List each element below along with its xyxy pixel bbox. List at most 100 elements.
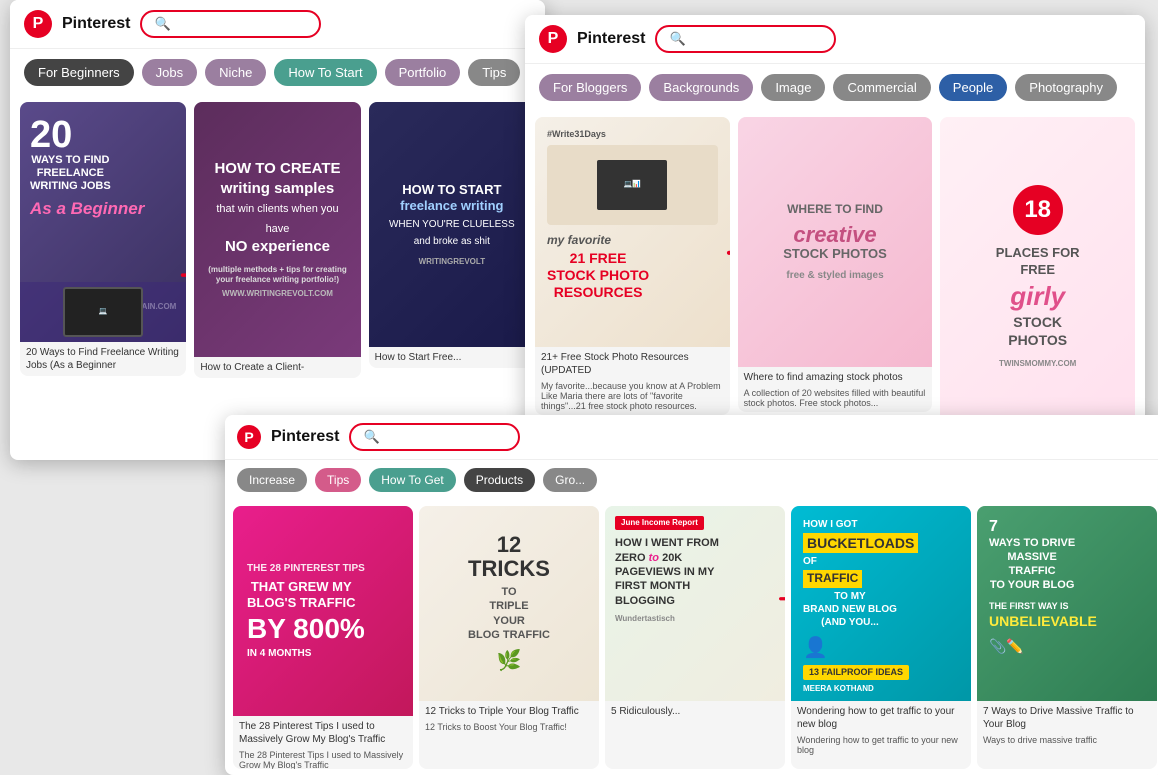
bp2-text: TOTRIPLEYOURBLOG TRAFFIC — [468, 585, 550, 642]
sp2-text2: STOCK PHOTOS — [783, 246, 887, 263]
tab-portfolio[interactable]: Portfolio — [385, 59, 461, 86]
pin-img-2: HOW TO CREATEwriting samplesthat win cli… — [194, 102, 360, 357]
tab-increase[interactable]: Increase — [237, 468, 307, 492]
blog-pin-img-5: 7 WAYS TO DRIVEMASSIVETRAFFICTO YOUR BLO… — [977, 506, 1157, 701]
blog-pin-card-5[interactable]: 7 WAYS TO DRIVEMASSIVETRAFFICTO YOUR BLO… — [977, 506, 1157, 769]
bp5-sub: THE FIRST WAY IS — [989, 601, 1069, 613]
pin-grid-win1: 20 WAYS TO FINDFREELANCEWRITING JOBS As … — [10, 96, 545, 446]
search-bar-win3[interactable]: 🔍 blog traffic — [349, 423, 519, 451]
tab-howtostart[interactable]: How To Start — [274, 59, 376, 86]
pin-col-2: HOW TO CREATEwriting samplesthat win cli… — [194, 102, 360, 440]
bp5-num: 7 — [989, 518, 998, 536]
bp4-pre: HOW I GOT — [803, 518, 857, 531]
bp4-bucket: BUCKETLOADS — [803, 533, 918, 553]
pinterest-logo-win1: P — [24, 10, 52, 38]
arrow-sp1: ➜ — [726, 237, 730, 268]
blog-pin-card-2[interactable]: 12TRICKS TOTRIPLEYOURBLOG TRAFFIC 🌿 12 T… — [419, 506, 599, 769]
bp2-title: 12 Tricks to Triple Your Blog Traffic — [419, 701, 599, 722]
search-input-win1[interactable]: freelance writing — [177, 16, 307, 32]
sp1-hashtag: #Write31Days — [547, 129, 606, 141]
blog-col-2: 12TRICKS TOTRIPLEYOURBLOG TRAFFIC 🌿 12 T… — [419, 506, 599, 769]
tab-jobs[interactable]: Jobs — [142, 59, 197, 86]
filter-tabs-win3: Increase Tips How To Get Products Gro... — [225, 460, 1158, 500]
bp4-traffic: TRAFFIC — [803, 570, 862, 588]
app-name-win1: Pinterest — [62, 15, 130, 33]
pin-card-1[interactable]: 20 WAYS TO FINDFREELANCEWRITING JOBS As … — [20, 102, 186, 376]
stock-pin-img-3: 18 PLACES FORFREE girly STOCKPHOTOS TWIN… — [940, 117, 1135, 437]
tab-niche[interactable]: Niche — [205, 59, 266, 86]
app-name-win2: Pinterest — [577, 30, 645, 48]
sp3-source: TWINSMOMMY.COM — [999, 359, 1076, 369]
search-bar-win1[interactable]: 🔍 freelance writing — [140, 10, 320, 38]
tab-products[interactable]: Products — [464, 468, 535, 492]
pin2-title: How to Create a Client- — [194, 357, 360, 378]
pin-col-1: 20 WAYS TO FINDFREELANCEWRITING JOBS As … — [20, 102, 186, 440]
tab-commercial[interactable]: Commercial — [833, 74, 930, 101]
sp1-bigtext: 21 FREESTOCK PHOTORESOURCES — [547, 250, 649, 300]
pin3-title: How to Start Free... — [369, 347, 535, 368]
pin-grid-win3: THE 28 PINTEREST TIPS THAT GREW MYBLOG'S… — [225, 500, 1158, 775]
sp3-text1: PLACES FORFREE — [996, 245, 1080, 279]
pinterest-logo-win2: P — [539, 25, 567, 53]
tab-tips[interactable]: Tips — [315, 468, 361, 492]
blog-pin-card-4[interactable]: HOW I GOT BUCKETLOADS OF TRAFFIC TO MYBR… — [791, 506, 971, 769]
tab-howtoget[interactable]: How To Get — [369, 468, 455, 492]
tab-tips[interactable]: Tips — [468, 59, 520, 86]
bp2-desc: 12 Tricks to Boost Your Blog Traffic! — [419, 722, 599, 736]
filter-tabs-win2: For Bloggers Backgrounds Image Commercia… — [525, 64, 1145, 111]
bp5-unbeliev: UNBELIEVABLE — [989, 612, 1097, 630]
laptop-icon: 💻 — [63, 287, 143, 337]
blog-pin-card-3[interactable]: June Income Report HOW I WENT FROMZERO t… — [605, 506, 785, 769]
tab-backgrounds[interactable]: Backgrounds — [649, 74, 753, 101]
blog-pin-card-1[interactable]: THE 28 PINTEREST TIPS THAT GREW MYBLOG'S… — [233, 506, 413, 769]
blog-pin-img-1: THE 28 PINTEREST TIPS THAT GREW MYBLOG'S… — [233, 506, 413, 716]
blog-pin-img-4: HOW I GOT BUCKETLOADS OF TRAFFIC TO MYBR… — [791, 506, 971, 701]
bp4-source: MEERA KOTHAND — [803, 684, 874, 694]
bp4-ideas: 13 FAILPROOF IDEAS — [803, 665, 909, 681]
bp2-num: 12TRICKS — [468, 533, 550, 581]
filter-tabs-win1: For Beginners Jobs Niche How To Start Po… — [10, 49, 545, 96]
pin-col-3: HOW TO STARTfreelance writingWHEN YOU'RE… — [369, 102, 535, 440]
tab-image[interactable]: Image — [761, 74, 825, 101]
tab-forbloggers[interactable]: For Bloggers — [539, 74, 641, 101]
bp4-to: TO MYBRAND NEW BLOG(AND YOU... — [803, 590, 897, 629]
search-bar-win2[interactable]: 🔍 free stock photos — [655, 25, 835, 53]
pin1-num: 20 — [30, 116, 72, 154]
pin1-text1: WAYS TO FINDFREELANCEWRITING JOBS — [30, 154, 111, 194]
stock-pin-card-3[interactable]: 18 PLACES FORFREE girly STOCKPHOTOS TWIN… — [940, 117, 1135, 458]
pin1-title: 20 Ways to Find Freelance Writing Jobs (… — [20, 342, 186, 376]
bp1-sub: IN 4 MONTHS — [247, 647, 311, 660]
search-input-win2[interactable]: free stock photos — [692, 31, 822, 47]
pin-card-2[interactable]: HOW TO CREATEwriting samplesthat win cli… — [194, 102, 360, 378]
blog-pin-img-2: 12TRICKS TOTRIPLEYOURBLOG TRAFFIC 🌿 — [419, 506, 599, 701]
pin-card-3[interactable]: HOW TO STARTfreelance writingWHEN YOU'RE… — [369, 102, 535, 368]
bp4-title: Wondering how to get traffic to your new… — [791, 701, 971, 735]
blog-col-5: 7 WAYS TO DRIVEMASSIVETRAFFICTO YOUR BLO… — [977, 506, 1157, 769]
stock-pin-img-2: WHERE TO FIND creative STOCK PHOTOS free… — [738, 117, 933, 367]
tab-photography[interactable]: Photography — [1015, 74, 1117, 101]
search-icon-win1: 🔍 — [154, 16, 170, 32]
bp1-title: The 28 Pinterest Tips I used to Massivel… — [233, 716, 413, 750]
bp3-title: 5 Ridiculously... — [605, 701, 785, 722]
bp3-badge: June Income Report — [615, 516, 704, 530]
stock-pin-card-2[interactable]: WHERE TO FIND creative STOCK PHOTOS free… — [738, 117, 933, 412]
tab-beginners[interactable]: For Beginners — [24, 59, 134, 86]
search-input-win3[interactable]: blog traffic — [386, 430, 506, 445]
stock-pin-card-1[interactable]: #Write31Days 💻📊 my favorite 21 FREESTOCK… — [535, 117, 730, 415]
blog-col-3: June Income Report HOW I WENT FROMZERO t… — [605, 506, 785, 769]
stock-pin-img-1: #Write31Days 💻📊 my favorite 21 FREESTOCK… — [535, 117, 730, 347]
sp2-title: Where to find amazing stock photos — [738, 367, 933, 388]
header-win3: P Pinterest 🔍 blog traffic — [225, 415, 1158, 460]
pin3-text: HOW TO STARTfreelance writingWHEN YOU'RE… — [389, 182, 515, 250]
tab-grow[interactable]: Gro... — [543, 468, 597, 492]
sp2-text: WHERE TO FIND — [787, 202, 883, 218]
sp1-title: 21+ Free Stock Photo Resources (UPDATED — [535, 347, 730, 381]
blog-col-4: HOW I GOT BUCKETLOADS OF TRAFFIC TO MYBR… — [791, 506, 971, 769]
sp2-sub: free & styled images — [786, 269, 883, 282]
sp2-creative: creative — [793, 224, 876, 246]
bp5-title: 7 Ways to Drive Massive Traffic to Your … — [977, 701, 1157, 735]
sp1-laptop: 💻📊 — [547, 145, 718, 225]
tab-people[interactable]: People — [939, 74, 1007, 101]
bp3-source: Wundertastisch — [615, 614, 675, 624]
header-win1: P Pinterest 🔍 freelance writing — [10, 0, 545, 49]
